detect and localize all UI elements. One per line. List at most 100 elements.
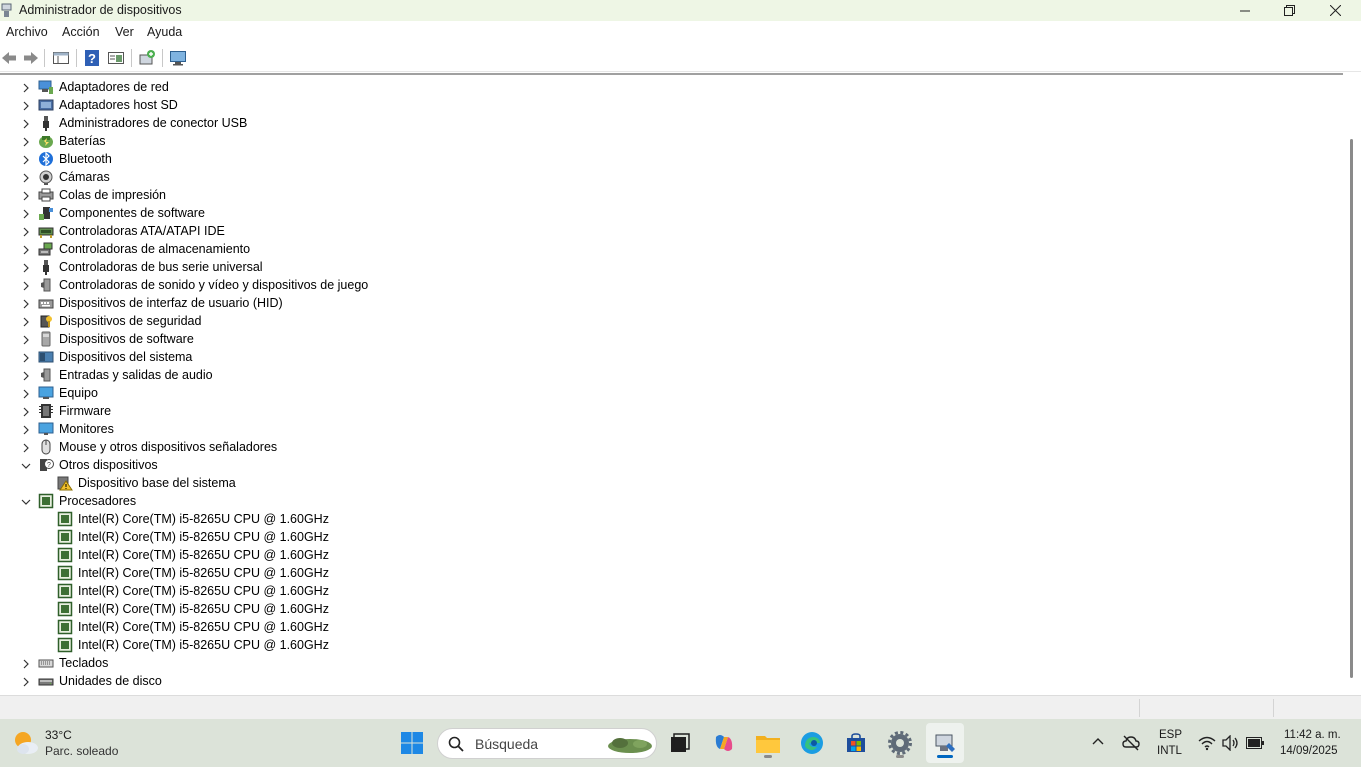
copilot-button[interactable] [709,728,739,758]
tree-category[interactable]: Dispositivos de seguridad [0,312,1340,330]
tree-category[interactable]: Colas de impresión [0,186,1340,204]
tree-device[interactable]: Intel(R) Core(TM) i5-8265U CPU @ 1.60GHz [0,528,1340,546]
tree-category[interactable]: Monitores [0,420,1340,438]
chevron-down-icon[interactable] [20,496,32,508]
properties-view-icon[interactable] [52,49,70,67]
tree-category[interactable]: ? Otros dispositivos [0,456,1340,474]
volume-icon[interactable] [1222,735,1240,751]
tree-category[interactable]: Componentes de software [0,204,1340,222]
chevron-right-icon[interactable] [20,136,32,148]
chevron-right-icon[interactable] [20,388,32,400]
tree-device[interactable]: Intel(R) Core(TM) i5-8265U CPU @ 1.60GHz [0,600,1340,618]
tree-device[interactable]: Dispositivo base del sistema [0,474,1340,492]
restore-button[interactable] [1267,0,1312,21]
tree-category[interactable]: Dispositivos de interfaz de usuario (HID… [0,294,1340,312]
chevron-right-icon[interactable] [20,658,32,670]
tree-category[interactable]: Adaptadores de red [0,78,1340,96]
tree-category-label: Adaptadores de red [59,80,169,94]
close-button[interactable] [1313,0,1358,21]
forward-icon[interactable] [22,49,40,67]
wifi-icon[interactable] [1198,735,1216,751]
sync-off-icon[interactable] [1122,734,1140,752]
chevron-right-icon[interactable] [20,676,32,688]
chevron-right-icon[interactable] [20,82,32,94]
tree-device[interactable]: Intel(R) Core(TM) i5-8265U CPU @ 1.60GHz [0,618,1340,636]
tree-category[interactable]: Bluetooth [0,150,1340,168]
battery-icon[interactable] [1246,737,1264,749]
update-driver-icon[interactable] [138,49,156,67]
scrollbar-thumb[interactable] [1350,139,1353,678]
settings-button[interactable] [885,728,915,758]
keyboard-language[interactable]: ESP [1159,729,1182,741]
chevron-up-icon[interactable] [1092,736,1104,748]
tree-category[interactable]: Mouse y otros dispositivos señaladores [0,438,1340,456]
file-explorer-button[interactable] [753,728,783,758]
back-icon[interactable] [0,49,18,67]
device-manager-taskbar-button[interactable] [930,728,960,758]
chevron-right-icon[interactable] [20,244,32,256]
chevron-right-icon[interactable] [20,226,32,238]
tree-category[interactable]: Unidades de disco [0,672,1340,690]
chevron-right-icon[interactable] [20,172,32,184]
minimize-button[interactable] [1222,0,1267,21]
tree-category[interactable]: Controladoras ATA/ATAPI IDE [0,222,1340,240]
menu-bar: Archivo Acción Ver Ayuda [0,21,1361,44]
tree-category[interactable]: Teclados [0,654,1340,672]
task-view-button[interactable] [665,728,695,758]
store-button[interactable] [841,728,871,758]
edge-button[interactable] [797,728,827,758]
chevron-right-icon[interactable] [20,154,32,166]
menu-ver[interactable]: Ver [115,25,134,39]
chevron-right-icon[interactable] [20,352,32,364]
menu-ayuda[interactable]: Ayuda [147,25,182,39]
tree-device[interactable]: Intel(R) Core(TM) i5-8265U CPU @ 1.60GHz [0,582,1340,600]
chevron-right-icon[interactable] [20,190,32,202]
tree-category[interactable]: Equipo [0,384,1340,402]
tree-device[interactable]: Intel(R) Core(TM) i5-8265U CPU @ 1.60GHz [0,636,1340,654]
chevron-right-icon[interactable] [20,262,32,274]
tree-category[interactable]: Controladoras de bus serie universal [0,258,1340,276]
tree-category[interactable]: Adaptadores host SD [0,96,1340,114]
tree-category[interactable]: Dispositivos del sistema [0,348,1340,366]
tree-category[interactable]: Baterías [0,132,1340,150]
search-box[interactable]: Búsqueda [437,728,657,759]
tree-category[interactable]: Cámaras [0,168,1340,186]
show-hidden-icon[interactable] [107,49,125,67]
chevron-right-icon[interactable] [20,334,32,346]
tree-category[interactable]: Controladoras de almacenamiento [0,240,1340,258]
tree-category[interactable]: Entradas y salidas de audio [0,366,1340,384]
tree-category[interactable]: Procesadores [0,492,1340,510]
menu-archivo[interactable]: Archivo [6,25,48,39]
chevron-right-icon[interactable] [20,442,32,454]
tree-category[interactable]: Dispositivos de software [0,330,1340,348]
chevron-right-icon[interactable] [20,280,32,292]
close-icon [1330,5,1341,16]
tree-category[interactable]: Administradores de conector USB [0,114,1340,132]
tree-category[interactable]: Controladoras de sonido y vídeo y dispos… [0,276,1340,294]
chevron-right-icon[interactable] [20,370,32,382]
start-button[interactable] [397,728,427,758]
clock-time[interactable]: 11:42 a. m. [1284,729,1341,741]
chevron-right-icon[interactable] [20,424,32,436]
tree-device[interactable]: Intel(R) Core(TM) i5-8265U CPU @ 1.60GHz [0,510,1340,528]
chevron-right-icon[interactable] [20,100,32,112]
weather-widget[interactable]: 33°C Parc. soleado [0,719,140,767]
chevron-right-icon[interactable] [20,298,32,310]
menu-accion[interactable]: Acción [62,25,100,39]
printer-icon [38,188,54,202]
scan-hardware-icon[interactable] [169,49,187,67]
keyboard-layout[interactable]: INTL [1157,745,1182,757]
chevron-right-icon[interactable] [20,406,32,418]
help-icon[interactable]: ? [83,49,101,67]
chevron-down-icon[interactable] [20,460,32,472]
chevron-right-icon[interactable] [20,118,32,130]
chevron-right-icon[interactable] [20,316,32,328]
tree-device[interactable]: Intel(R) Core(TM) i5-8265U CPU @ 1.60GHz [0,564,1340,582]
tree-device[interactable]: Intel(R) Core(TM) i5-8265U CPU @ 1.60GHz [0,546,1340,564]
tree-device-label: Intel(R) Core(TM) i5-8265U CPU @ 1.60GHz [78,512,329,526]
status-bar [0,695,1361,720]
taskbar: 33°C Parc. soleado Búsqueda ESP INTL 11:… [0,719,1361,767]
chevron-right-icon[interactable] [20,208,32,220]
tree-category[interactable]: Firmware [0,402,1340,420]
clock-date[interactable]: 14/09/2025 [1280,745,1338,757]
